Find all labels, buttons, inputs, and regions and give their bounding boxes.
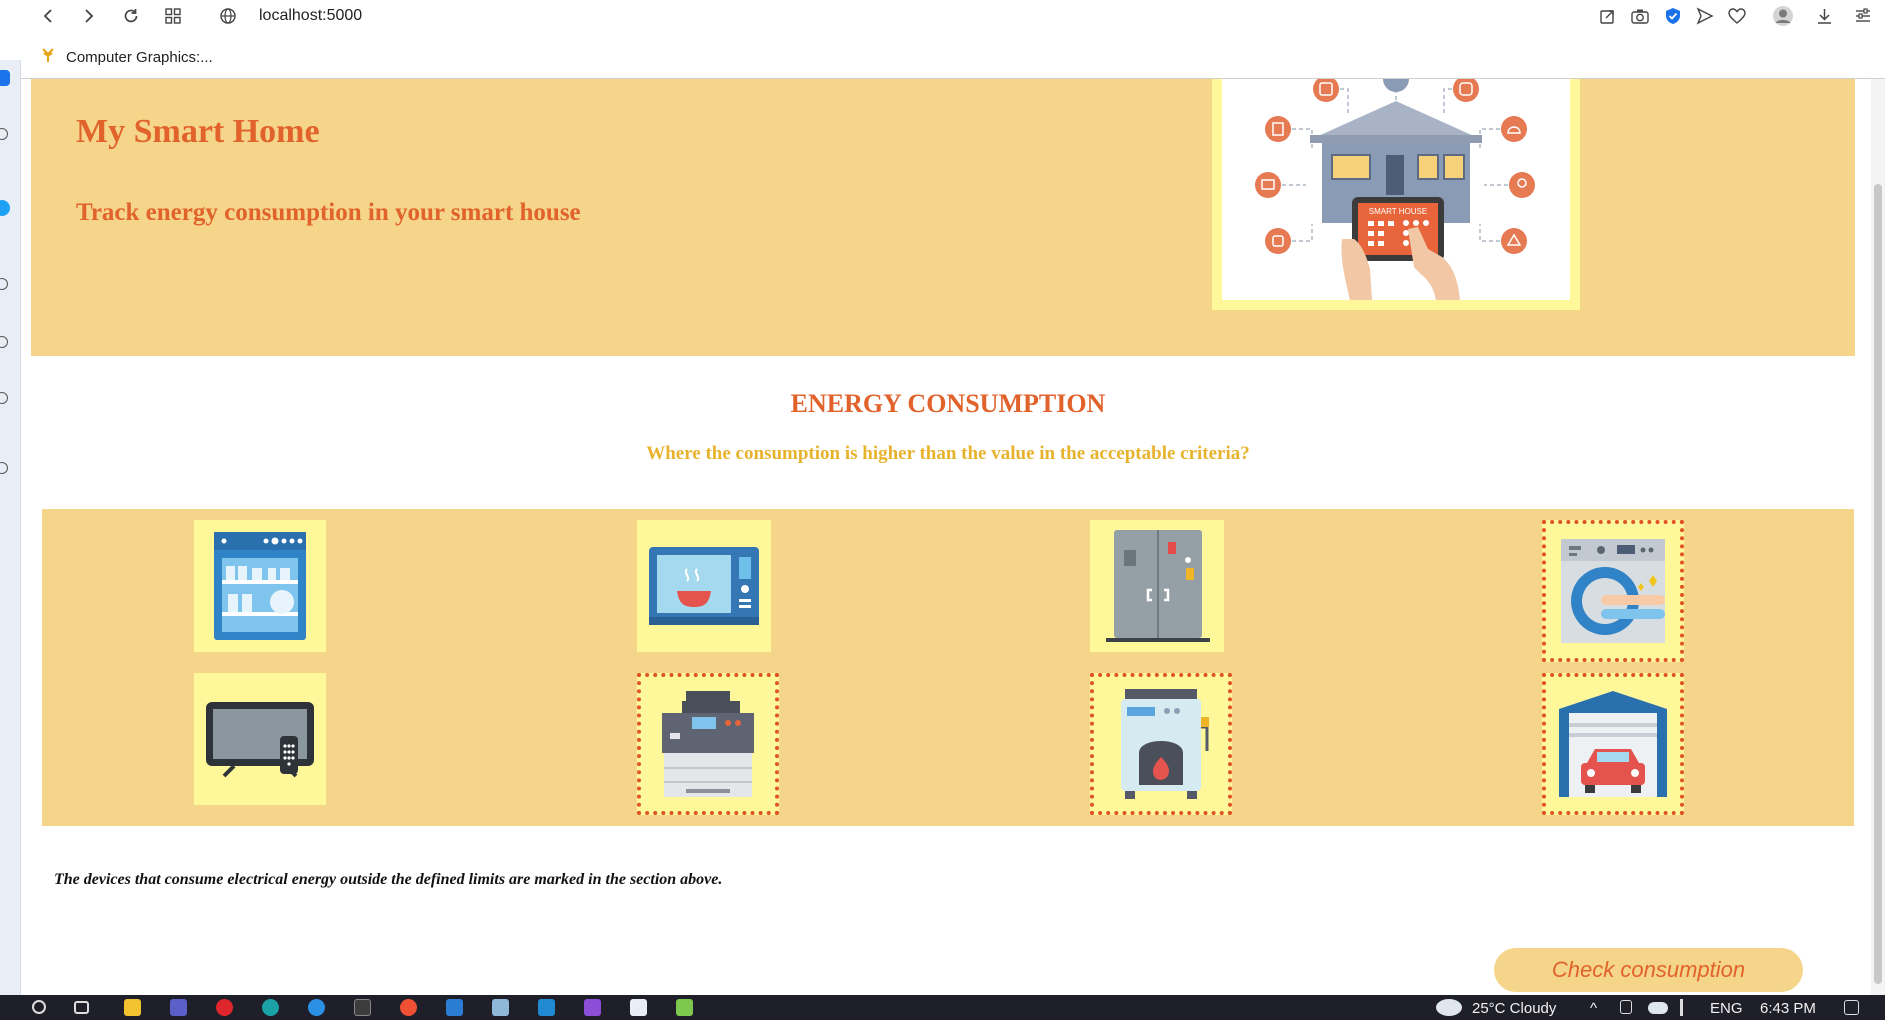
smart-house-illustration: SMART HOUSE [1212, 66, 1580, 310]
check-consumption-button[interactable]: Check consumption [1494, 948, 1803, 992]
sidebar-app-icon[interactable] [0, 70, 10, 86]
teams-icon[interactable] [170, 999, 187, 1016]
browser-toolbar: localhost:5000 [0, 0, 1885, 32]
energy-consumption-heading: ENERGY CONSUMPTION [790, 389, 1106, 418]
heart-icon[interactable] [1724, 3, 1750, 29]
terminal-icon[interactable] [354, 999, 371, 1016]
share-icon[interactable] [1594, 3, 1620, 29]
notepad-icon[interactable] [676, 999, 693, 1016]
shield-check-icon[interactable] [1660, 3, 1686, 29]
page-title: My Smart Home [76, 113, 320, 150]
device-garage-flagged[interactable] [1542, 673, 1684, 815]
device-refrigerator[interactable] [1090, 520, 1224, 652]
devices-note: The devices that consume electrical ener… [54, 871, 723, 888]
globe-icon [215, 3, 241, 29]
forward-icon[interactable] [76, 3, 102, 29]
reload-icon[interactable] [118, 3, 144, 29]
tabs-grid-icon[interactable] [160, 3, 186, 29]
illustration-smart-house-text: SMART HOUSE [1369, 207, 1427, 216]
sidebar-history-icon[interactable] [0, 278, 8, 290]
bookmark-computer-graphics[interactable]: Computer Graphics:... [40, 47, 213, 67]
device-microwave[interactable] [637, 520, 771, 652]
sidebar-bookmark-icon[interactable] [0, 128, 8, 140]
onedrive-icon[interactable] [1648, 1002, 1668, 1014]
download-icon[interactable] [1811, 3, 1837, 29]
hero-banner: My Smart Home Track energy consumption i… [31, 66, 1855, 356]
camera-icon[interactable] [1627, 3, 1653, 29]
browser-side-panel [0, 60, 21, 995]
settings-sliders-icon[interactable] [1850, 3, 1876, 29]
device-television[interactable] [194, 673, 326, 805]
battery-icon[interactable] [1620, 1000, 1632, 1014]
profile-avatar-icon[interactable] [1770, 3, 1796, 29]
devices-panel [42, 509, 1854, 826]
boiler-icon [1121, 689, 1209, 799]
file-explorer-icon[interactable] [124, 999, 141, 1016]
send-icon[interactable] [1692, 3, 1718, 29]
scrollbar-thumb[interactable] [1874, 184, 1882, 984]
search-icon[interactable] [32, 1000, 46, 1014]
volume-icon[interactable] [1680, 999, 1692, 1016]
git-icon[interactable] [400, 999, 417, 1016]
store-icon[interactable] [630, 999, 647, 1016]
printer-icon [662, 691, 754, 797]
page-subtitle: Track energy consumption in your smart h… [76, 199, 581, 226]
pen-icon[interactable] [492, 999, 509, 1016]
back-icon[interactable] [35, 3, 61, 29]
weather-text[interactable]: 25°C Cloudy [1472, 1000, 1556, 1017]
device-washing-machine-flagged[interactable] [1542, 520, 1684, 662]
microwave-icon [649, 547, 759, 625]
clock-time[interactable]: 6:43 PM [1760, 1000, 1816, 1017]
task-view-icon[interactable] [74, 1001, 89, 1014]
chrome-app-icon[interactable] [308, 999, 325, 1016]
bookmarks-bar: Computer Graphics:... [0, 42, 1885, 78]
refrigerator-icon [1106, 530, 1210, 642]
device-boiler-flagged[interactable] [1090, 673, 1232, 815]
address-bar-url[interactable]: localhost:5000 [259, 7, 362, 25]
bookmark-favicon-icon [40, 47, 56, 67]
sidebar-messenger-icon[interactable] [0, 200, 10, 216]
notifications-icon[interactable] [1844, 1000, 1859, 1015]
page-scrollbar[interactable] [1871, 79, 1885, 995]
television-icon [206, 702, 314, 778]
language-indicator[interactable]: ENG [1710, 1000, 1743, 1017]
dishwasher-icon [214, 532, 306, 640]
bookmark-label: Computer Graphics:... [66, 48, 213, 66]
edge-icon[interactable] [262, 999, 279, 1016]
vscode-icon[interactable] [538, 999, 555, 1016]
device-dishwasher[interactable] [194, 520, 326, 652]
os-taskbar: 25°C Cloudy ^ ENG 6:43 PM [0, 995, 1885, 1020]
criteria-question: Where the consumption is higher than the… [646, 443, 1250, 464]
garage-icon [1559, 691, 1667, 797]
sidebar-downloads-icon[interactable] [0, 336, 8, 348]
photos-icon[interactable] [446, 999, 463, 1016]
visual-studio-icon[interactable] [584, 999, 601, 1016]
device-printer-flagged[interactable] [637, 673, 779, 815]
cloud-weather-icon[interactable] [1436, 999, 1462, 1016]
washing-machine-icon [1561, 539, 1665, 643]
tray-chevron-icon[interactable]: ^ [1590, 1000, 1597, 1017]
opera-icon[interactable] [216, 999, 233, 1016]
